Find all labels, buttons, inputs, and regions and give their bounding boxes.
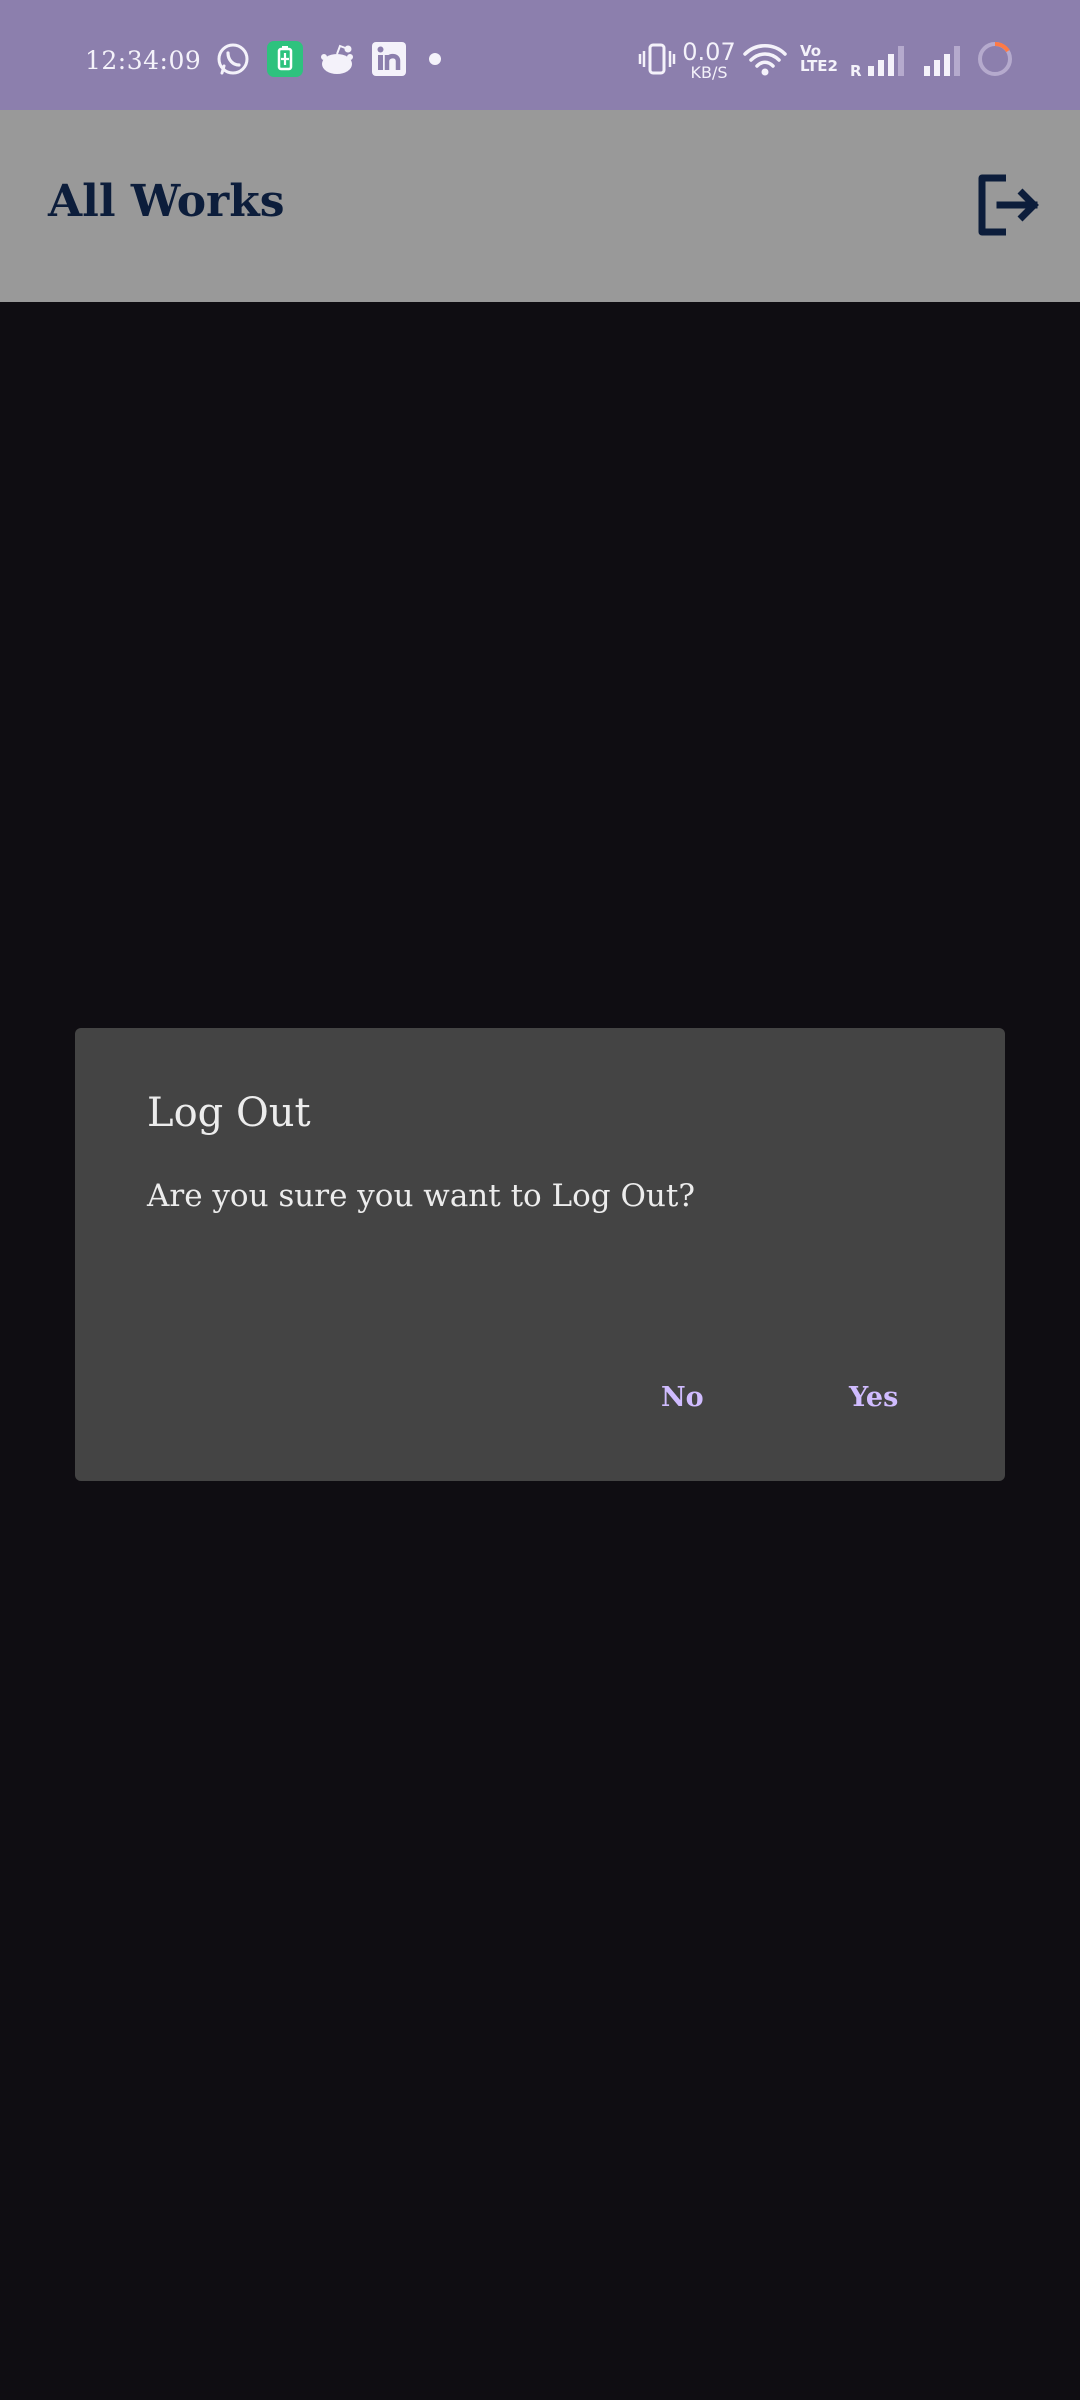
- dialog-title: Log Out: [147, 1090, 311, 1136]
- roaming-label: R: [850, 62, 862, 80]
- wifi-icon: [742, 40, 788, 78]
- status-time: 12:34:09: [85, 46, 202, 75]
- network-speed-unit: KB/S: [690, 63, 728, 82]
- status-bar: 12:34:09 0.07 KB/S Vo LTE2 R: [0, 0, 1080, 110]
- logout-icon[interactable]: [972, 170, 1042, 240]
- linkedin-icon: [370, 40, 408, 78]
- network-speed-value: 0.07: [682, 38, 736, 66]
- logout-dialog: Log Out Are you sure you want to Log Out…: [75, 1028, 1005, 1481]
- whatsapp-icon: [214, 40, 252, 78]
- yes-button[interactable]: Yes: [841, 1378, 906, 1417]
- battery-saver-icon: [266, 40, 304, 78]
- dialog-message: Are you sure you want to Log Out?: [147, 1178, 695, 1214]
- network-speed: 0.07 KB/S: [681, 40, 737, 81]
- vibrate-icon: [638, 40, 676, 78]
- page-title: All Works: [48, 176, 285, 227]
- signal-icon: [922, 40, 968, 78]
- loading-ring-icon: [976, 40, 1014, 78]
- signal-icon: [866, 40, 912, 78]
- volte-label: Vo LTE2: [800, 42, 838, 75]
- reddit-icon: [318, 40, 356, 78]
- no-button[interactable]: No: [653, 1378, 712, 1417]
- dot-icon: [428, 52, 442, 66]
- app-bar: All Works: [0, 110, 1080, 302]
